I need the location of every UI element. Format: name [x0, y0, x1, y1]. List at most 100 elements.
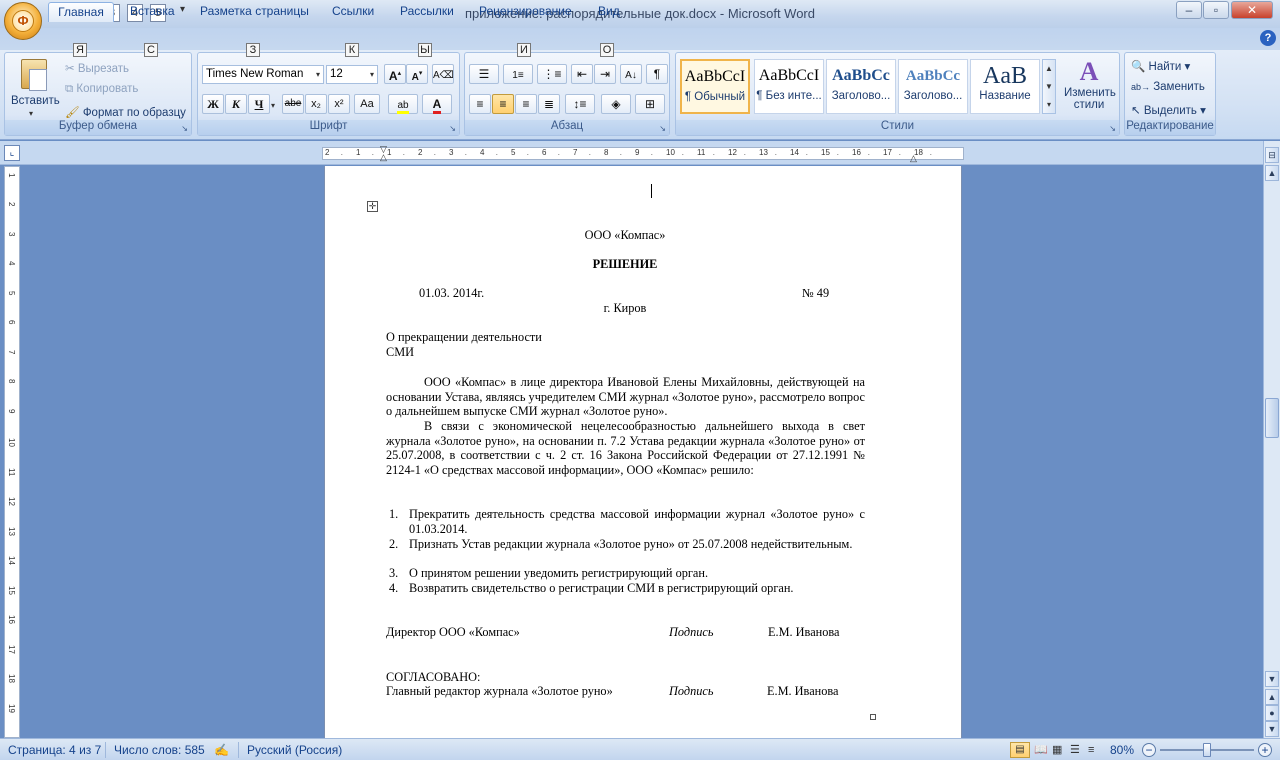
minimize-button[interactable]: –: [1176, 1, 1202, 19]
proofing-icon[interactable]: ✍: [214, 742, 229, 758]
highlight-button[interactable]: ab: [388, 94, 418, 114]
signer-2-signature: Подпись: [669, 684, 714, 698]
ruler-tick: ·: [898, 150, 902, 159]
scroll-thumb[interactable]: [1265, 398, 1279, 438]
clipboard-launcher-icon[interactable]: ↘: [181, 124, 188, 133]
tab-page-layout[interactable]: Разметка страницы: [192, 2, 317, 22]
scroll-up-button[interactable]: ▲: [1265, 165, 1279, 181]
style-heading1[interactable]: AaBbCc Заголово...: [826, 59, 896, 114]
increase-indent-button[interactable]: ⇥: [594, 64, 616, 84]
align-center-button[interactable]: ≡: [492, 94, 514, 114]
font-size-combo[interactable]: 12 ▾: [326, 65, 378, 84]
close-button[interactable]: ✕: [1231, 1, 1273, 19]
full-screen-reading-icon[interactable]: 📖: [1034, 742, 1048, 758]
style-title-sample: AaB: [983, 63, 1027, 89]
zoom-in-button[interactable]: +: [1258, 743, 1272, 757]
draft-view-icon[interactable]: ≡: [1088, 742, 1094, 758]
vertical-ruler[interactable]: 1 2 3 4 5 6 7 8 9 10 11 12 13 14 15 16 17 18 19: [4, 166, 20, 738]
bold-button[interactable]: Ж: [202, 94, 224, 114]
tab-view[interactable]: Вид: [590, 2, 628, 22]
browse-object-button[interactable]: ●: [1265, 705, 1279, 721]
bullets-button[interactable]: ☰: [469, 64, 499, 84]
paste-button[interactable]: Вставить ▾: [11, 57, 60, 118]
align-left-button[interactable]: ≡: [469, 94, 491, 114]
tab-mailings[interactable]: Рассылки: [392, 2, 462, 22]
select-button[interactable]: ↖ Выделить ▾: [1131, 103, 1206, 117]
tab-selector-button[interactable]: ⌞: [4, 145, 20, 161]
styles-launcher-icon[interactable]: ↘: [1109, 124, 1116, 133]
tab-references[interactable]: Ссылки: [324, 2, 382, 22]
first-line-indent-marker[interactable]: ▽ △: [380, 145, 387, 162]
shading-button[interactable]: ◈: [601, 94, 631, 114]
style-normal-sample: AaBbCcI: [684, 68, 746, 85]
paste-page-icon: [29, 69, 47, 91]
underline-dropdown-icon[interactable]: ▾: [271, 101, 275, 110]
style-no-spacing[interactable]: AaBbCcI ¶ Без инте...: [754, 59, 824, 114]
next-page-button[interactable]: ▼: [1265, 721, 1279, 737]
line-spacing-button[interactable]: ↕≡: [565, 94, 595, 114]
document-page[interactable]: ✛ ООО «Компас» РЕШЕНИЕ 01.03. 2014г. № 4…: [325, 166, 961, 738]
tab-review[interactable]: Рецензирование: [471, 2, 580, 22]
justify-button[interactable]: ≣: [538, 94, 560, 114]
tab-insert[interactable]: Вставка: [122, 2, 183, 22]
zoom-level[interactable]: 80%: [1110, 742, 1134, 758]
maximize-button[interactable]: ▫: [1203, 1, 1229, 19]
multilevel-list-button[interactable]: ⋮≡: [537, 64, 567, 84]
numbering-button[interactable]: 1≡: [503, 64, 533, 84]
change-styles-button[interactable]: A Изменить стили: [1064, 57, 1116, 119]
font-name-combo[interactable]: Times New Roman ▾: [202, 65, 324, 84]
language-indicator[interactable]: Русский (Россия): [247, 742, 342, 758]
right-indent-marker[interactable]: △: [910, 153, 917, 164]
italic-button[interactable]: К: [225, 94, 247, 114]
format-painter-button[interactable]: 🖌 Формат по образцу: [65, 105, 186, 119]
ruler-number: 16: [7, 615, 16, 624]
ruler-number: 19: [7, 703, 16, 713]
grow-font-button[interactable]: A▴: [384, 64, 406, 84]
change-case-button[interactable]: Aa: [354, 94, 380, 114]
decrease-indent-button[interactable]: ⇤: [571, 64, 593, 84]
horizontal-ruler[interactable]: 2 · 1 · 1 · 2 · 3 · 4 · 5 · 6 · 7 · 8 · 9 · 10 · 11 · 12 · 13 · 14 · 15 ·…: [322, 147, 964, 160]
tab-home[interactable]: Главная: [48, 2, 114, 22]
word-count[interactable]: Число слов: 585: [114, 742, 205, 758]
style-heading2[interactable]: AaBbCc Заголово...: [898, 59, 968, 114]
style-title[interactable]: AaB Название: [970, 59, 1040, 114]
previous-page-button[interactable]: ▲: [1265, 689, 1279, 705]
office-button[interactable]: Ф: [4, 2, 42, 40]
page-indicator[interactable]: Страница: 4 из 7: [8, 742, 101, 758]
zoom-out-button[interactable]: −: [1142, 743, 1156, 757]
table-resize-handle-icon[interactable]: [870, 714, 876, 720]
print-layout-view-icon[interactable]: ▤: [1010, 742, 1030, 758]
borders-button[interactable]: ⊞: [635, 94, 665, 114]
zoom-slider-thumb[interactable]: [1203, 743, 1211, 757]
align-left-icon: ≡: [476, 97, 484, 111]
ruler-tick: ·: [588, 150, 592, 159]
ruler-view-icon[interactable]: ⊟: [1265, 147, 1279, 163]
find-button[interactable]: 🔍 Найти ▾: [1131, 59, 1190, 73]
vertical-scrollbar[interactable]: ⊟ ▲ ▼ ▲ ● ▼: [1263, 141, 1280, 738]
cut-button[interactable]: ✂ Вырезать: [65, 61, 129, 75]
show-marks-button[interactable]: ¶: [646, 64, 668, 84]
ruler-tick: ·: [681, 150, 685, 159]
underline-button[interactable]: Ч: [248, 94, 270, 114]
web-layout-icon[interactable]: ▦: [1052, 742, 1062, 758]
paragraph-launcher-icon[interactable]: ↘: [659, 124, 666, 133]
scissors-icon: ✂: [65, 63, 75, 75]
styles-scroll[interactable]: ▲ ▼ ▾: [1042, 59, 1056, 114]
help-icon[interactable]: ?: [1260, 30, 1276, 46]
outline-view-icon[interactable]: ☰: [1070, 742, 1080, 758]
font-launcher-icon[interactable]: ↘: [449, 124, 456, 133]
shrink-font-button[interactable]: A▾: [406, 64, 428, 84]
superscript-button[interactable]: x²: [328, 94, 350, 114]
font-color-button[interactable]: A: [422, 94, 452, 114]
table-move-handle-icon[interactable]: ✛: [367, 201, 378, 212]
subscript-button[interactable]: x₂: [305, 94, 327, 114]
align-right-button[interactable]: ≡: [515, 94, 537, 114]
copy-button[interactable]: ⧉ Копировать: [65, 83, 138, 96]
clear-formatting-button[interactable]: A⌫: [432, 64, 454, 84]
scroll-down-button[interactable]: ▼: [1265, 671, 1279, 687]
sort-button[interactable]: A↓: [620, 64, 642, 84]
replace-button[interactable]: ab→ Заменить: [1131, 81, 1205, 93]
ruler-tick: ·: [526, 150, 530, 159]
strikethrough-button[interactable]: abe: [282, 94, 304, 114]
style-normal[interactable]: AaBbCcI ¶ Обычный: [680, 59, 750, 114]
